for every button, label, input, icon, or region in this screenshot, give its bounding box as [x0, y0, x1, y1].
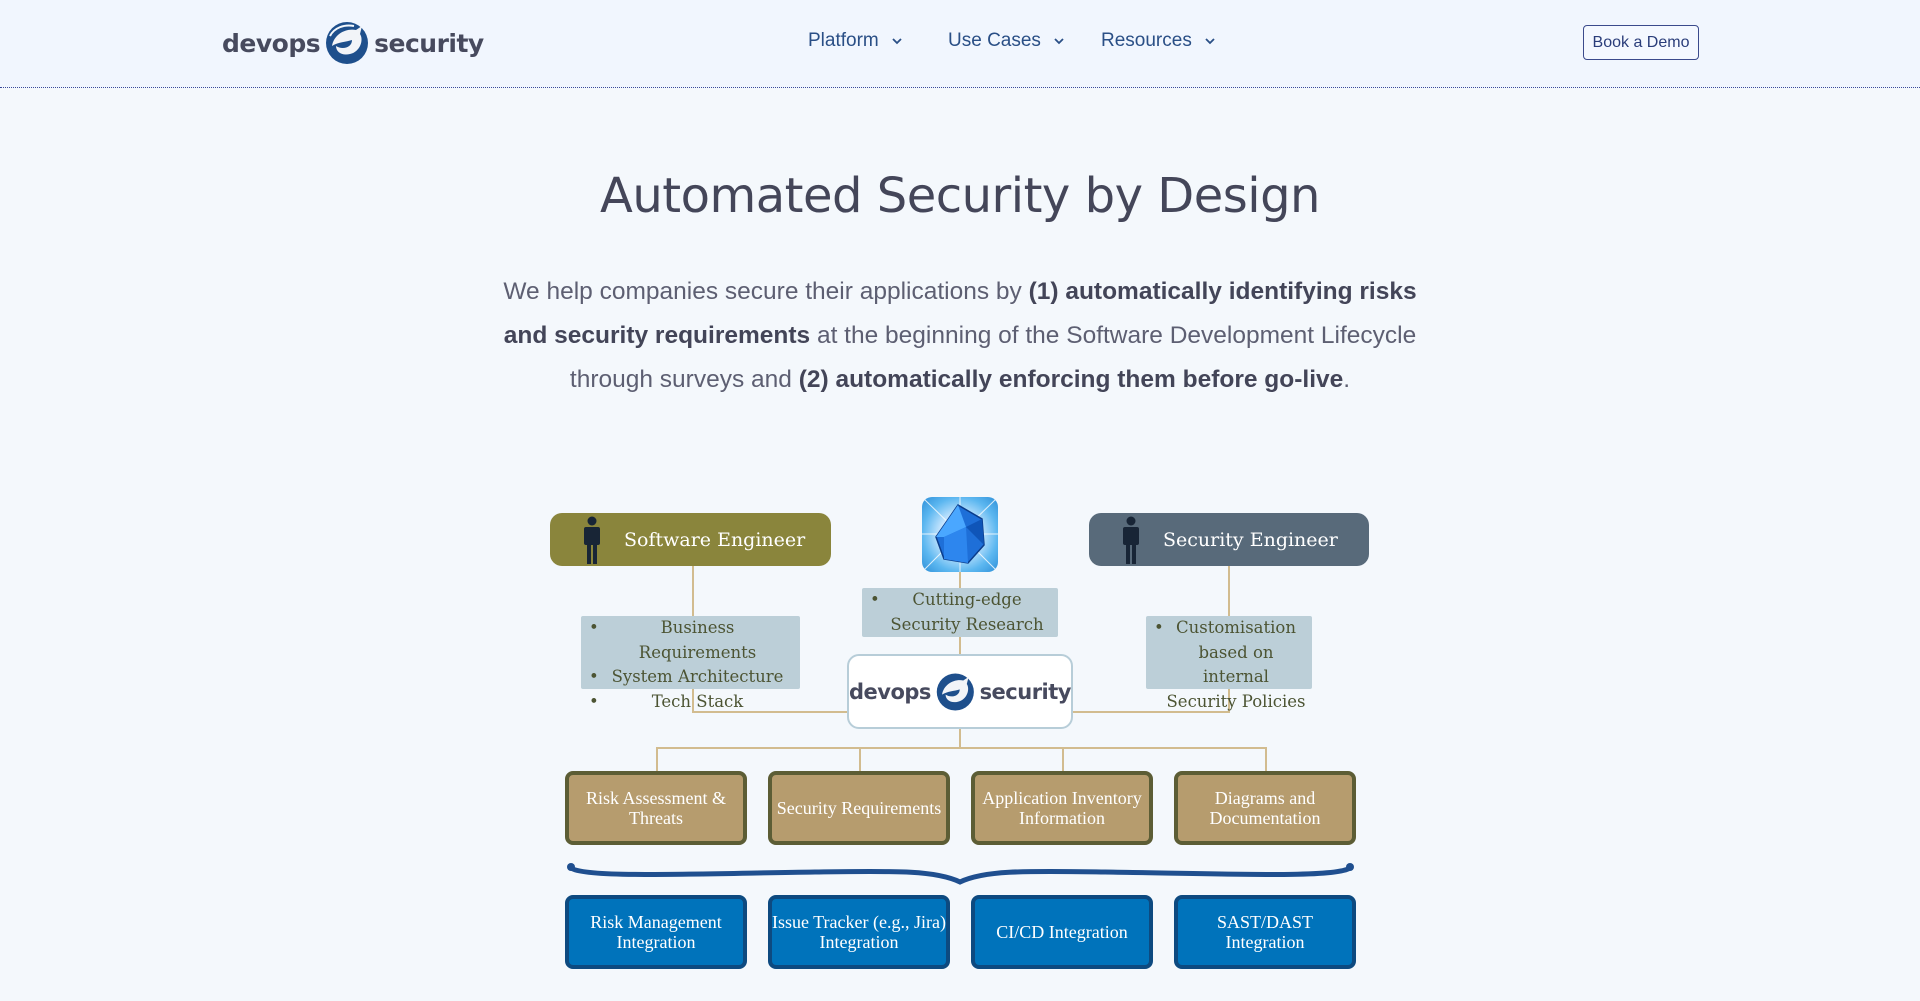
bullet-text: Tech Stack [651, 691, 744, 711]
connector-line [1265, 747, 1267, 771]
security-engineer-label: Security Engineer [1163, 528, 1338, 551]
person-icon [584, 516, 600, 564]
architecture-diagram: Software Engineer Security Engineer • Bu… [0, 0, 1920, 1001]
fox-logo-icon [936, 672, 974, 711]
bullet-text: System Architecture [611, 667, 784, 686]
connector-line [656, 747, 1266, 749]
connector-line [656, 747, 658, 771]
integration-box: SAST/DAST Integration [1174, 895, 1356, 969]
research-inputs: • Cutting-edge Security Research [862, 588, 1058, 637]
bullet-text: Cutting-edge Security Research [890, 590, 1044, 634]
center-logo-node: devops security [847, 654, 1073, 729]
software-engineer-node: Software Engineer [550, 513, 831, 566]
logo-text-devops: devops [849, 679, 931, 704]
logo-text-security: security [979, 679, 1072, 704]
person-icon [1123, 516, 1139, 564]
software-engineer-inputs: • Business Requirements • System Architect… [581, 616, 800, 711]
curly-brace-icon [567, 863, 1354, 885]
output-box: Application Inventory Information [971, 771, 1153, 845]
connector-line [959, 729, 961, 749]
output-box: Security Requirements [768, 771, 950, 845]
bullet-text: Customisation based on internal Security… [1166, 618, 1306, 711]
list-item: • Customisation based on internal Securit… [1154, 618, 1306, 711]
list-item: • System Architecture [589, 667, 784, 686]
integration-box: CI/CD Integration [971, 895, 1153, 969]
list-item: • Business Requirements [589, 618, 757, 662]
security-engineer-node: Security Engineer [1089, 513, 1369, 566]
software-engineer-label: Software Engineer [624, 528, 806, 551]
list-item: • Tech Stack [589, 691, 744, 711]
output-box: Risk Assessment & Threats [565, 771, 747, 845]
bullet-text: Business Requirements [638, 618, 757, 662]
connector-line [1062, 747, 1064, 771]
security-engineer-inputs: • Customisation based on internal Securit… [1146, 616, 1312, 711]
list-item: • Cutting-edge Security Research [870, 590, 1044, 634]
integration-box: Risk Management Integration [565, 895, 747, 969]
output-box: Diagrams and Documentation [1174, 771, 1356, 845]
connector-line [859, 747, 861, 771]
integration-box: Issue Tracker (e.g., Jira) Integration [768, 895, 950, 969]
crystal-gem-icon [922, 497, 998, 572]
